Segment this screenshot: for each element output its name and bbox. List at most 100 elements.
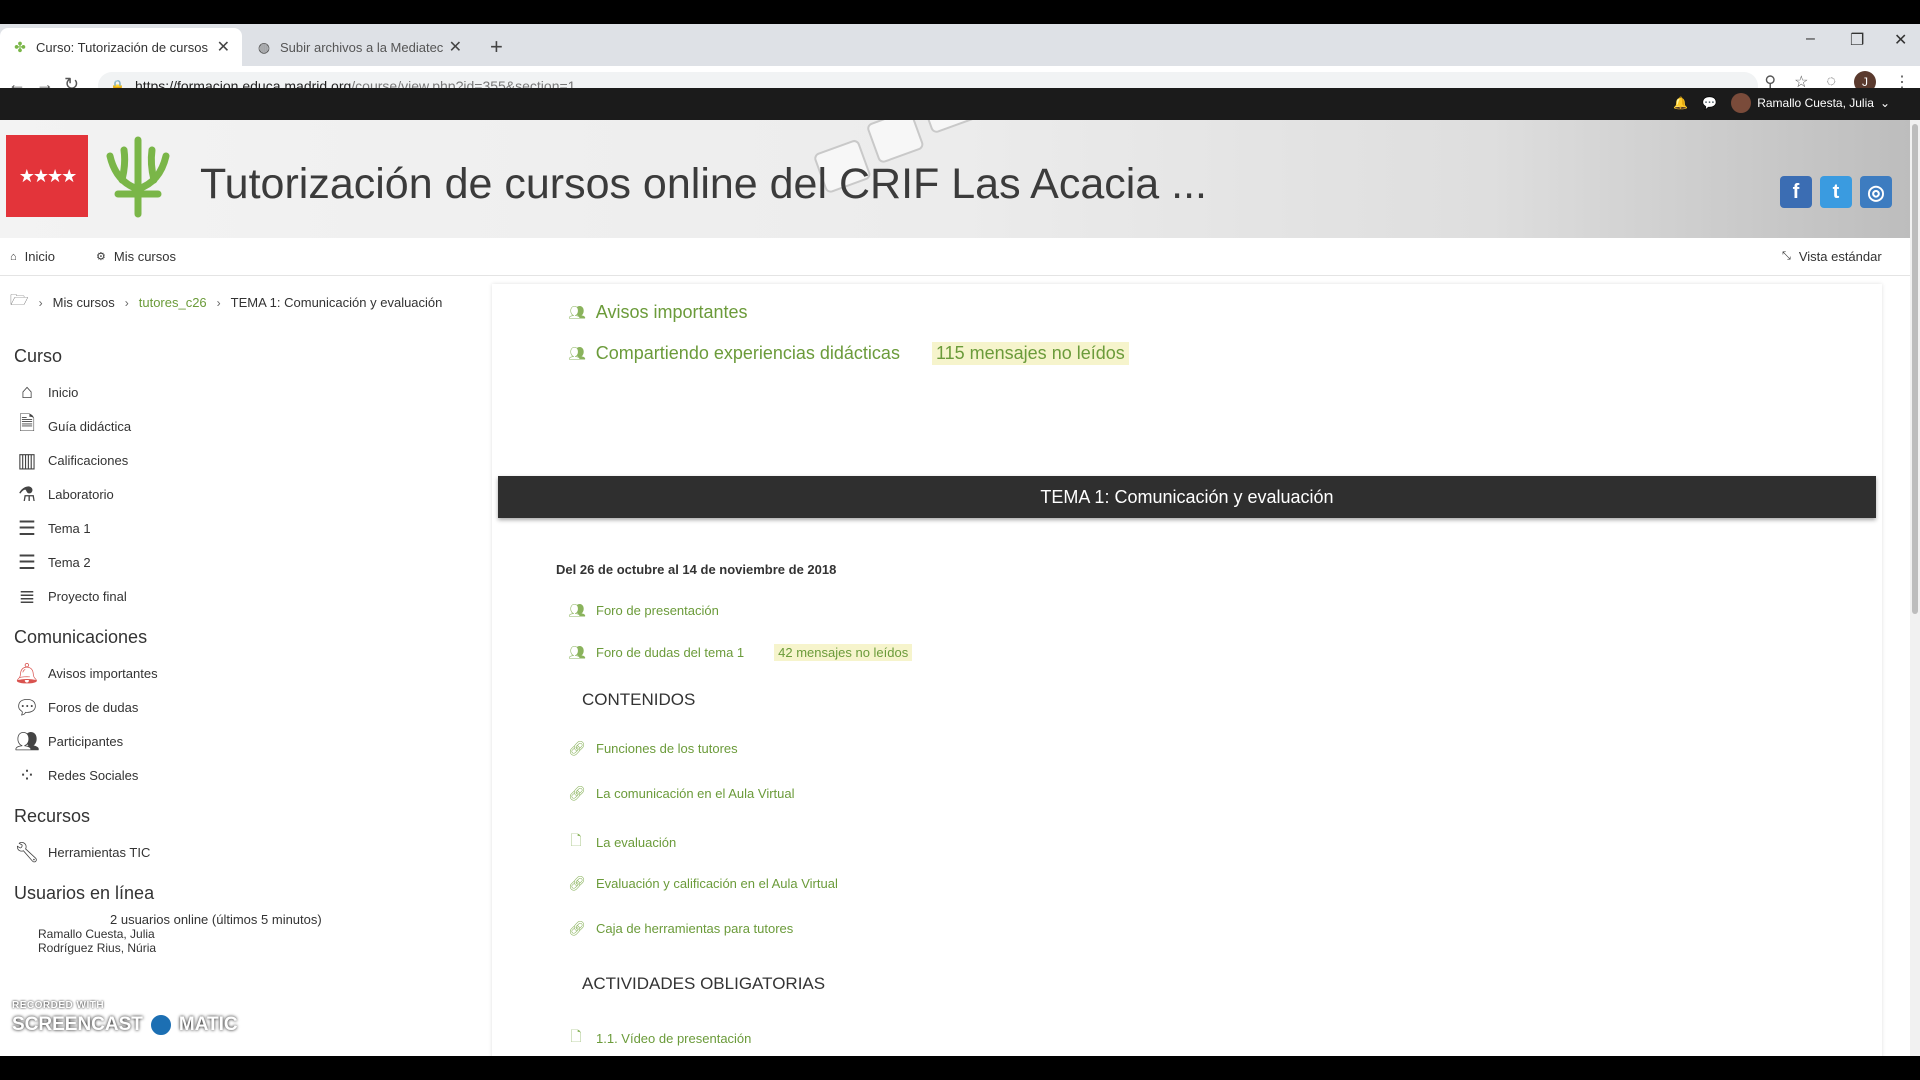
sidebar-item-label: Avisos importantes xyxy=(48,665,158,681)
content-page[interactable]: 🗋 La evaluación xyxy=(568,830,676,854)
breadcrumb: 🗁 › Mis cursos › tutores_c26 › TEMA 1: C… xyxy=(10,290,442,315)
content-link[interactable]: 🔗︎ Caja de herramientas para tutores xyxy=(568,920,793,937)
link-icon: 🔗︎ xyxy=(568,920,586,936)
forum-link-compartiendo[interactable]: 👥︎ Compartiendo experiencias didácticas … xyxy=(568,342,1129,365)
scrollbar-thumb[interactable] xyxy=(1912,124,1918,614)
sidebar-item-tema2[interactable]: ☰ Tema 2 xyxy=(14,545,474,579)
new-tab-button[interactable]: + xyxy=(490,34,503,60)
sidebar-item-label: Tema 2 xyxy=(48,554,91,570)
course-sidebar: Curso ⌂ Inicio 🗎 Guía didáctica ▥ Calificac… xyxy=(14,346,474,969)
activity-video[interactable]: 🗋 1.1. Vídeo de presentación xyxy=(568,1026,751,1050)
chrome-globe-icon: ◍ xyxy=(257,38,271,55)
forum-label: Avisos importantes xyxy=(595,302,748,322)
online-user[interactable]: Rodríguez Rius, Núria xyxy=(38,941,474,955)
home-icon: ⌂ xyxy=(10,250,17,263)
forum-icon: 👥︎ xyxy=(568,345,586,361)
bar-chart-icon: ▥ xyxy=(17,449,37,472)
link-icon: 🔗︎ xyxy=(568,785,586,801)
sidebar-item-avisos[interactable]: 🔔︎ Avisos importantes xyxy=(14,656,474,690)
sidebar-item-foros[interactable]: 💬︎ Foros de dudas xyxy=(14,690,474,724)
content-link[interactable]: 🔗︎ Evaluación y calificación en el Aula V… xyxy=(568,875,838,892)
user-menu[interactable]: Ramallo Cuesta, Julia ⌄ xyxy=(1731,93,1890,113)
watermark-brand-right: MATIC xyxy=(178,1014,238,1035)
sidebar-online: Usuarios en línea 2 usuarios online (últ… xyxy=(14,883,474,955)
user-avatar xyxy=(1731,93,1752,113)
comunidad-madrid-logo[interactable]: ★★★★ xyxy=(6,135,88,217)
instagram-icon[interactable]: ◎ xyxy=(1860,176,1892,208)
sidebar-item-redes[interactable]: ⁘ Redes Sociales xyxy=(14,758,474,792)
activity-label: Caja de herramientas para tutores xyxy=(596,921,794,936)
users-icon: 👥︎ xyxy=(14,730,40,753)
site-title[interactable]: Tutorización de cursos online del CRIF L… xyxy=(200,160,1207,209)
chat-bubbles-icon: 💬︎ xyxy=(14,696,40,719)
activity-label: Foro de dudas del tema 1 xyxy=(596,645,745,660)
tab-title: Subir archivos a la Mediateca | N xyxy=(280,39,443,55)
sidebar-item-calificaciones[interactable]: ▥ Calificaciones xyxy=(14,443,474,477)
close-window-button[interactable]: ✕ xyxy=(1894,30,1907,50)
close-tab-icon[interactable]: ✕ xyxy=(217,37,230,57)
folder-icon[interactable]: 🗁 xyxy=(10,290,29,315)
unread-badge[interactable]: 42 mensajes no leídos xyxy=(774,644,913,661)
sidebar-heading-online: Usuarios en línea xyxy=(14,883,155,903)
minimize-button[interactable]: – xyxy=(1806,30,1815,48)
activity-foro-presentacion[interactable]: 👥︎ Foro de presentación xyxy=(568,602,719,619)
bottom-letterbox xyxy=(0,1056,1920,1080)
stack-icon: ≣ xyxy=(18,585,36,608)
site-banner: ★★★★ Tutorización de cursos online del C… xyxy=(0,120,1910,238)
sidebar-item-label: Calificaciones xyxy=(48,452,129,468)
view-mode-label: Vista estándar xyxy=(1798,249,1882,264)
document-icon: 🗎 xyxy=(18,413,36,435)
breadcrumb-my-courses[interactable]: Mis cursos xyxy=(53,295,115,310)
moodle-tree-icon: ✤ xyxy=(14,38,26,55)
sidebar-item-laboratorio[interactable]: ⚗ Laboratorio xyxy=(14,477,474,511)
tab-course[interactable]: ✤ Curso: Tutorización de cursos o ✕ xyxy=(0,28,242,66)
nav-my-courses-link[interactable]: ⚙ Mis cursos xyxy=(96,249,176,264)
notifications-bell-icon[interactable]: 🔔 xyxy=(1673,96,1688,110)
courses-icon: ⚙ xyxy=(96,251,106,263)
content-link[interactable]: 🔗︎ Funciones de los tutores xyxy=(568,740,738,757)
sidebar-item-label: Redes Sociales xyxy=(48,767,139,783)
breadcrumb-current[interactable]: TEMA 1: Comunicación y evaluación xyxy=(231,295,443,310)
online-user[interactable]: Ramallo Cuesta, Julia xyxy=(38,927,474,941)
breadcrumb-course[interactable]: tutores_c26 xyxy=(139,295,207,310)
sidebar-recursos: Recursos 🔧︎ Herramientas TIC xyxy=(14,806,474,869)
page-content: 🗁 › Mis cursos › tutores_c26 › TEMA 1: C… xyxy=(0,276,1910,1056)
messages-icon[interactable]: 💬 xyxy=(1702,96,1717,110)
sidebar-heading-comunicaciones: Comunicaciones xyxy=(14,627,148,647)
crif-tree-logo[interactable] xyxy=(96,134,180,218)
content-link[interactable]: 🔗︎ La comunicación en el Aula Virtual xyxy=(568,785,795,802)
user-name: Ramallo Cuesta, Julia xyxy=(1757,96,1874,110)
sidebar-item-label: Guía didáctica xyxy=(48,418,132,434)
sidebar-item-inicio[interactable]: ⌂ Inicio xyxy=(14,375,474,409)
sidebar-item-participantes[interactable]: 👥︎ Participantes xyxy=(14,724,474,758)
nav-my-courses-label: Mis cursos xyxy=(113,249,176,264)
tab-mediateca[interactable]: ◍ Subir archivos a la Mediateca | N ✕ xyxy=(244,28,474,66)
sidebar-item-guia[interactable]: 🗎 Guía didáctica xyxy=(14,409,474,443)
numbered-list-icon: ☰ xyxy=(18,551,36,574)
twitter-icon[interactable]: t xyxy=(1820,176,1852,208)
forum-icon: 👥︎ xyxy=(568,602,586,618)
sidebar-item-proyecto[interactable]: ≣ Proyecto final xyxy=(14,579,474,613)
unread-badge[interactable]: 115 mensajes no leídos xyxy=(931,342,1129,365)
sidebar-comunicaciones: Comunicaciones 🔔︎ Avisos importantes 💬︎ Fo… xyxy=(14,627,474,792)
sidebar-item-label: Laboratorio xyxy=(48,486,114,502)
section-title-bar: TEMA 1: Comunicación y evaluación xyxy=(498,476,1876,518)
restore-button[interactable]: ❐ xyxy=(1850,30,1864,50)
sidebar-item-tema1[interactable]: ☰ Tema 1 xyxy=(14,511,474,545)
sidebar-item-label: Inicio xyxy=(48,384,79,400)
bell-icon: 🔔︎ xyxy=(14,662,40,685)
view-mode-toggle[interactable]: ⤡ Vista estándar xyxy=(1782,249,1882,264)
nav-home-link[interactable]: ⌂ Inicio xyxy=(10,249,55,264)
sidebar-item-herramientas[interactable]: 🔧︎ Herramientas TIC xyxy=(14,835,474,869)
forum-link-avisos[interactable]: 👥︎ Avisos importantes xyxy=(568,302,748,323)
facebook-icon[interactable]: f xyxy=(1780,176,1812,208)
activity-foro-dudas[interactable]: 👥︎ Foro de dudas del tema 1 42 mensajes … xyxy=(568,644,913,661)
link-icon: 🔗︎ xyxy=(568,740,586,756)
close-tab-icon[interactable]: ✕ xyxy=(449,37,462,57)
logo-stars: ★★★★ xyxy=(18,165,78,186)
sidebar-item-label: Proyecto final xyxy=(48,588,127,604)
watermark-brand-left: SCREENCAST xyxy=(12,1014,143,1035)
page-scrollbar[interactable] xyxy=(1910,120,1920,1056)
moodle-navbar: 🔔 💬 Ramallo Cuesta, Julia ⌄ xyxy=(0,88,1920,120)
watermark-brand: SCREENCAST MATIC xyxy=(12,1011,242,1039)
